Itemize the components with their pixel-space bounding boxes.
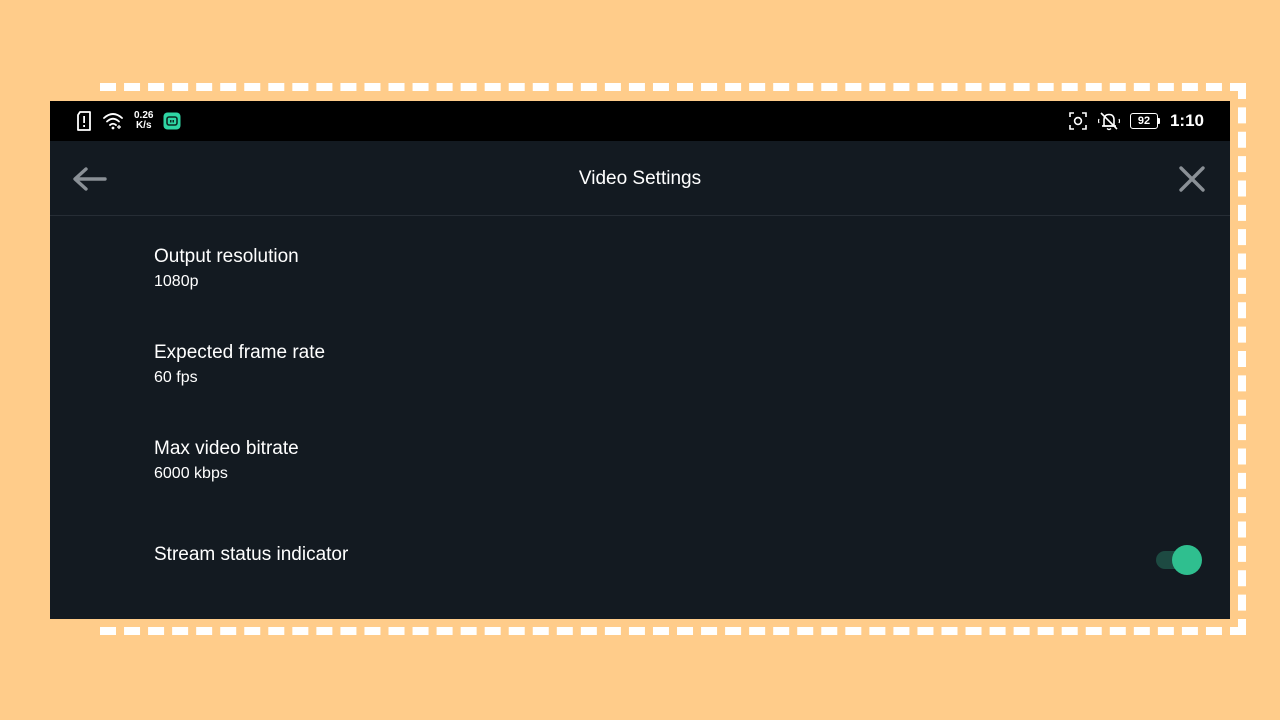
sim-alert-icon xyxy=(76,111,92,131)
setting-value: 60 fps xyxy=(154,369,198,386)
setting-output-resolution[interactable]: Output resolution 1080p xyxy=(50,233,1230,329)
battery-level: 92 xyxy=(1129,113,1158,129)
setting-title: Expected frame rate xyxy=(154,342,326,363)
toggle-thumb xyxy=(1172,545,1202,575)
page-title: Video Settings xyxy=(578,168,702,189)
setting-expected-frame-rate[interactable]: Expected frame rate 60 fps xyxy=(50,329,1230,425)
network-speed: 0.26 K/s xyxy=(134,111,153,131)
app-bar: Video Settings xyxy=(50,141,1230,216)
setting-max-video-bitrate[interactable]: Max video bitrate 6000 kbps xyxy=(50,425,1230,521)
setting-stream-status-indicator[interactable]: Stream status indicator xyxy=(50,521,1230,617)
setting-title: Max video bitrate xyxy=(154,438,299,459)
notifications-off-icon xyxy=(1097,111,1120,131)
device-screen: 0.26 K/s 92 1:10 Video Settings Output r… xyxy=(50,101,1230,619)
close-icon xyxy=(1178,165,1206,193)
status-bar-left: 0.26 K/s xyxy=(76,101,181,141)
network-speed-unit: K/s xyxy=(135,120,152,131)
stream-status-toggle[interactable] xyxy=(1156,545,1202,575)
setting-title: Stream status indicator xyxy=(154,544,349,565)
setting-value: 1080p xyxy=(154,273,199,290)
arrow-left-icon xyxy=(71,165,109,193)
status-bar: 0.26 K/s 92 1:10 xyxy=(50,101,1230,141)
setting-title: Output resolution xyxy=(154,246,299,267)
back-button[interactable] xyxy=(70,161,110,197)
screenshot-icon xyxy=(1068,111,1088,131)
status-bar-right: 92 1:10 xyxy=(1068,101,1204,141)
app-notification-icon xyxy=(163,112,181,130)
settings-list: Output resolution 1080p Expected frame r… xyxy=(50,233,1230,617)
battery-indicator: 92 xyxy=(1129,113,1160,129)
setting-value: 6000 kbps xyxy=(154,465,228,482)
status-clock: 1:10 xyxy=(1169,111,1204,130)
close-button[interactable] xyxy=(1174,161,1210,197)
battery-tip xyxy=(1157,118,1160,124)
wifi-icon xyxy=(102,112,124,130)
